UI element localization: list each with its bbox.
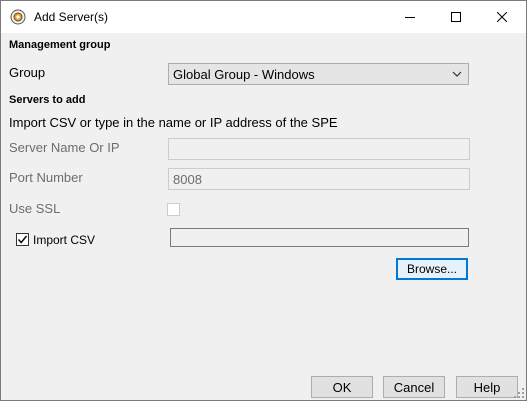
window-title: Add Server(s): [34, 10, 109, 24]
import-csv-checkbox[interactable]: [16, 233, 29, 246]
title-bar[interactable]: Add Server(s): [1, 1, 526, 33]
port-number-input[interactable]: 8008: [168, 168, 470, 190]
group-label: Group: [9, 65, 46, 80]
port-number-label: Port Number: [9, 170, 83, 185]
checkmark-icon: [17, 235, 28, 244]
minimize-icon: [405, 17, 415, 18]
maximize-icon: [451, 12, 461, 22]
port-number-value: 8008: [173, 172, 202, 187]
add-servers-dialog: Add Server(s) Management group Group Glo…: [0, 0, 527, 401]
csv-path-input[interactable]: [170, 228, 469, 247]
resize-grip-icon[interactable]: [514, 388, 524, 398]
close-icon: [497, 12, 507, 22]
maximize-button[interactable]: [433, 1, 479, 33]
app-gear-icon: [10, 9, 26, 25]
servers-to-add-heading: Servers to add: [9, 94, 86, 106]
minimize-button[interactable]: [387, 1, 433, 33]
import-csv-label[interactable]: Import CSV: [33, 233, 95, 247]
use-ssl-checkbox[interactable]: [167, 203, 180, 216]
use-ssl-label: Use SSL: [9, 201, 61, 216]
browse-button[interactable]: Browse...: [396, 258, 468, 280]
close-button[interactable]: [479, 1, 525, 33]
help-button[interactable]: Help: [456, 376, 518, 398]
group-select-value: Global Group - Windows: [173, 67, 315, 82]
ok-button[interactable]: OK: [311, 376, 373, 398]
chevron-down-icon: [452, 71, 462, 77]
instruction-text: Import CSV or type in the name or IP add…: [9, 115, 338, 130]
server-name-input[interactable]: [168, 138, 470, 160]
cancel-button[interactable]: Cancel: [383, 376, 445, 398]
server-name-label: Server Name Or IP: [9, 140, 120, 155]
group-select[interactable]: Global Group - Windows: [168, 63, 469, 85]
management-group-heading: Management group: [9, 39, 111, 51]
dialog-body: Management group Group Global Group - Wi…: [1, 33, 526, 400]
